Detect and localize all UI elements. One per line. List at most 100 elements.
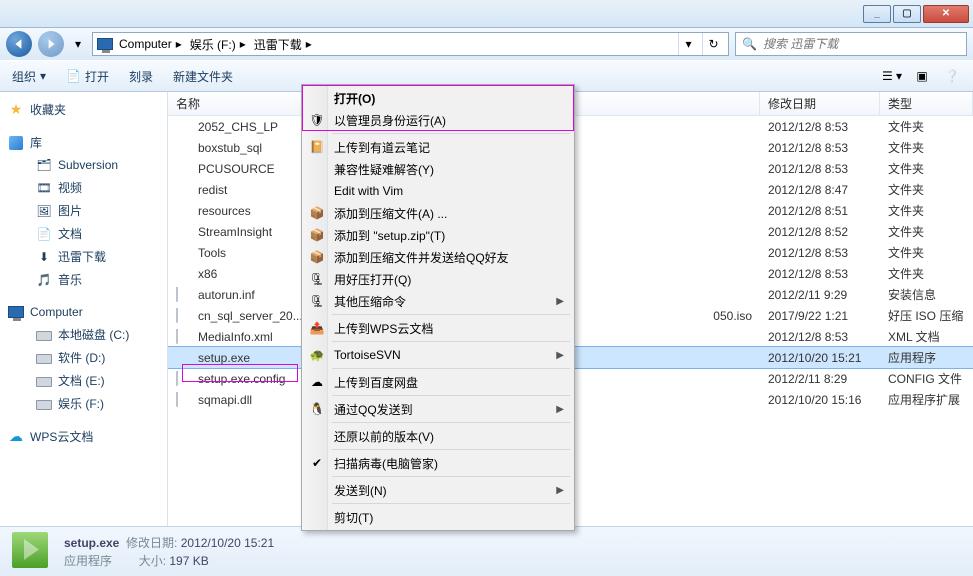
zip2-icon: 🗜 (309, 293, 325, 309)
search-box[interactable]: 🔍 (735, 32, 967, 56)
context-separator (332, 368, 570, 369)
context-menu-item[interactable]: 还原以前的版本(V) (304, 425, 572, 447)
star-icon: ★ (8, 102, 24, 118)
nav-drive-item[interactable]: 文档 (E:) (0, 369, 167, 392)
window-close[interactable]: ✕ (923, 5, 969, 23)
toolbar-open[interactable]: 📄打开 (62, 66, 113, 87)
context-menu-item[interactable]: 📦添加到 "setup.zip"(T) (304, 224, 572, 246)
lib-item-icon: 🖼 (36, 203, 52, 219)
search-icon: 🔍 (742, 37, 757, 51)
context-separator (332, 422, 570, 423)
nav-lib-item[interactable]: 📄文档 (0, 222, 167, 245)
context-menu-item[interactable]: ✔扫描病毒(电脑管家) (304, 452, 572, 474)
context-separator (332, 449, 570, 450)
column-type[interactable]: 类型 (880, 92, 973, 115)
file-icon (176, 371, 192, 387)
context-menu-item[interactable]: 🐢TortoiseSVN▶ (304, 344, 572, 366)
lib-item-icon: ⬇ (36, 249, 52, 265)
context-menu: 打开(O)🛡以管理员身份运行(A) 📔上传到有道云笔记兼容性疑难解答(Y)Edit… (301, 84, 575, 531)
nav-pane[interactable]: ★收藏夹 库 🗂Subversion🎞视频🖼图片📄文档⬇迅雷下载🎵音乐 Comp… (0, 92, 168, 526)
nav-libraries[interactable]: 库 (0, 131, 167, 154)
file-icon (176, 308, 192, 324)
computer-icon (97, 36, 113, 52)
nav-history-drop[interactable]: ▾ (70, 37, 86, 51)
context-menu-item[interactable]: 打开(O) (304, 87, 572, 109)
window-minimize[interactable]: _ (863, 5, 891, 23)
context-separator (332, 133, 570, 134)
breadcrumb-segment[interactable]: 娱乐 (F:)▸ (188, 33, 248, 55)
baidu-icon: ☁ (309, 374, 325, 390)
file-icon (176, 182, 192, 198)
file-icon (176, 329, 192, 345)
view-options[interactable]: ☰ ▾ (879, 65, 905, 87)
context-menu-item[interactable]: 剪切(T) (304, 506, 572, 528)
drive-icon (36, 373, 52, 389)
context-menu-item[interactable]: 📔上传到有道云笔记 (304, 136, 572, 158)
column-date[interactable]: 修改日期 (760, 92, 880, 115)
context-menu-item[interactable]: 🗜用好压打开(Q) (304, 268, 572, 290)
drive-icon (36, 350, 52, 366)
nav-favorites[interactable]: ★收藏夹 (0, 98, 167, 121)
nav-wps-cloud[interactable]: ☁WPS云文档 (0, 425, 167, 448)
nav-lib-item[interactable]: 🎞视频 (0, 176, 167, 199)
context-menu-item[interactable]: 📦添加到压缩文件(A) ... (304, 202, 572, 224)
drive-icon (36, 327, 52, 343)
context-menu-item[interactable]: ☁上传到百度网盘 (304, 371, 572, 393)
search-input[interactable] (763, 37, 960, 51)
nav-lib-item[interactable]: 🎵音乐 (0, 268, 167, 291)
file-icon (176, 203, 192, 219)
nav-drive-item[interactable]: 本地磁盘 (C:) (0, 323, 167, 346)
address-dropdown[interactable]: ▾ (678, 33, 698, 55)
nav-drive-item[interactable]: 软件 (D:) (0, 346, 167, 369)
file-icon (176, 287, 192, 303)
toolbar-organize[interactable]: 组织 ▾ (8, 66, 50, 87)
window-maximize[interactable]: ▢ (893, 5, 921, 23)
nav-back[interactable] (6, 31, 32, 57)
context-menu-item[interactable]: 🗜其他压缩命令▶ (304, 290, 572, 312)
lib-item-icon: 🎵 (36, 272, 52, 288)
nav-forward[interactable] (38, 31, 64, 57)
context-separator (332, 314, 570, 315)
context-menu-item[interactable]: Edit with Vim (304, 180, 572, 202)
file-icon (176, 140, 192, 156)
breadcrumb-segment[interactable]: 迅雷下载▸ (252, 33, 314, 55)
nav-lib-item[interactable]: 🗂Subversion (0, 154, 167, 176)
context-menu-item[interactable]: 📤上传到WPS云文档 (304, 317, 572, 339)
help-button[interactable]: ❔ (939, 65, 965, 87)
zip-icon: 📦 (309, 249, 325, 265)
file-icon (176, 266, 192, 282)
file-icon (176, 224, 192, 240)
lib-item-icon: 📄 (36, 226, 52, 242)
preview-pane-toggle[interactable]: ▣ (909, 65, 935, 87)
address-bar[interactable]: Computer▸ 娱乐 (F:)▸ 迅雷下载▸ ▾ ↻ (92, 32, 729, 56)
wps-icon: 📤 (309, 320, 325, 336)
cloud-icon: ☁ (8, 429, 24, 445)
drive-icon (36, 396, 52, 412)
nav-drive-item[interactable]: 娱乐 (F:) (0, 392, 167, 415)
library-icon (8, 135, 24, 151)
context-menu-item[interactable]: 🛡以管理员身份运行(A) (304, 109, 572, 131)
computer-icon (8, 304, 24, 320)
submenu-arrow-icon: ▶ (556, 404, 564, 415)
qq-icon: 🐧 (309, 401, 325, 417)
zip-icon: 📦 (309, 205, 325, 221)
context-menu-item[interactable]: 📦添加到压缩文件并发送给QQ好友 (304, 246, 572, 268)
context-menu-item[interactable]: 兼容性疑难解答(Y) (304, 158, 572, 180)
context-menu-item[interactable]: 发送到(N)▶ (304, 479, 572, 501)
selected-file-icon (12, 532, 52, 572)
toolbar-new-folder[interactable]: 新建文件夹 (169, 66, 237, 87)
av-icon: ✔ (309, 455, 325, 471)
nav-lib-item[interactable]: ⬇迅雷下载 (0, 245, 167, 268)
nav-lib-item[interactable]: 🖼图片 (0, 199, 167, 222)
context-menu-item[interactable]: 🐧通过QQ发送到▶ (304, 398, 572, 420)
refresh-button[interactable]: ↻ (702, 33, 724, 55)
context-separator (332, 341, 570, 342)
lib-item-icon: 🎞 (36, 180, 52, 196)
zip-icon: 📦 (309, 227, 325, 243)
context-separator (332, 476, 570, 477)
nav-computer[interactable]: Computer (0, 301, 167, 323)
location-bar: ▾ Computer▸ 娱乐 (F:)▸ 迅雷下载▸ ▾ ↻ 🔍 (0, 28, 973, 60)
breadcrumb-segment[interactable]: Computer▸ (117, 33, 184, 55)
file-icon (176, 119, 192, 135)
toolbar-burn[interactable]: 刻录 (125, 66, 157, 87)
